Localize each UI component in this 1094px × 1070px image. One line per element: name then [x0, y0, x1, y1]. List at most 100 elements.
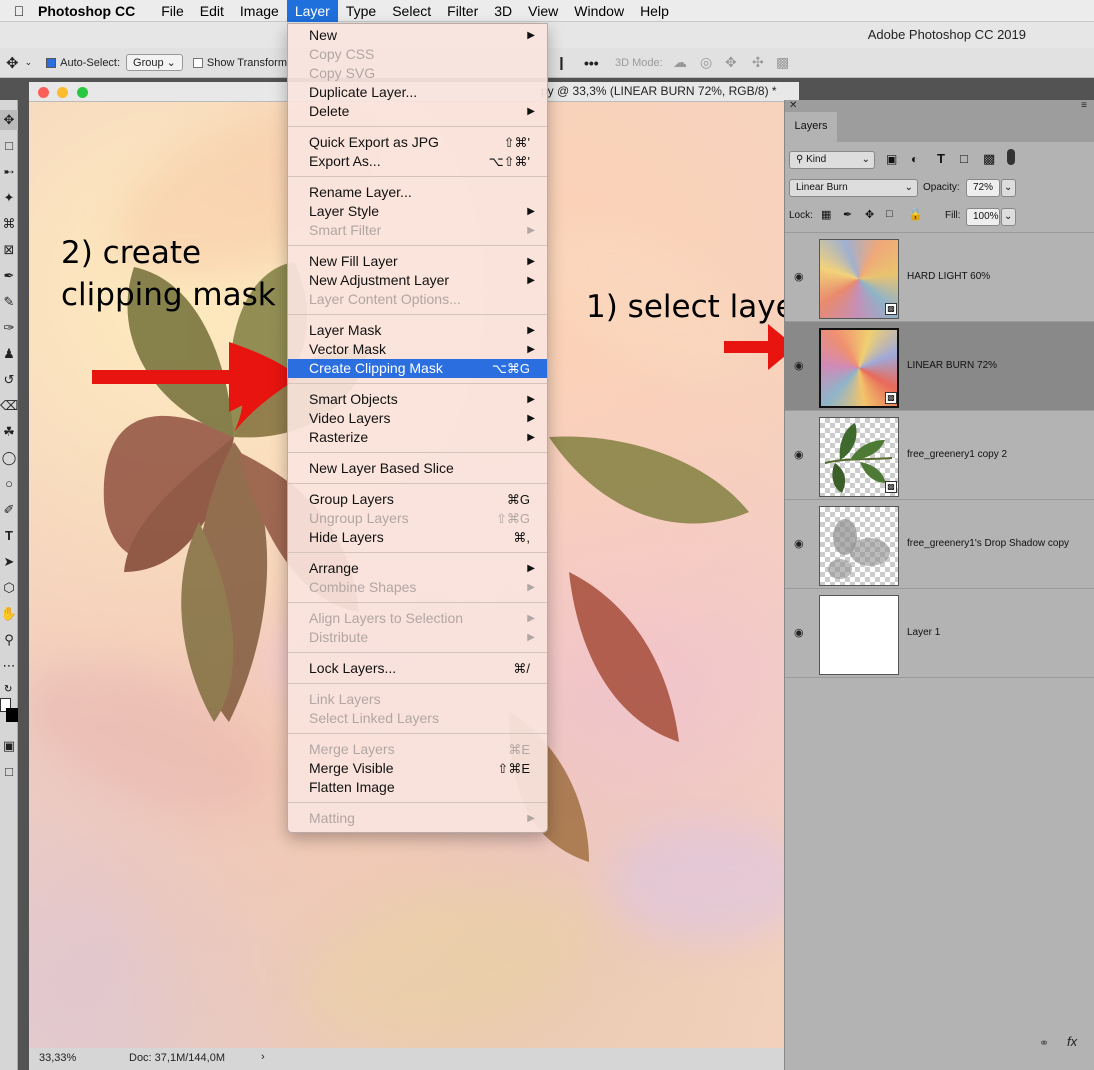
frame-tool-icon[interactable]: ⊠: [0, 240, 18, 260]
filter-smart-object-icon[interactable]: ▩: [983, 151, 995, 167]
layer-row-drop-shadow[interactable]: ◉ free_greenery1's Drop Shadow copy: [785, 500, 1094, 589]
lock-image-icon[interactable]: ✒: [843, 208, 852, 221]
menu-item-hide-layers[interactable]: Hide Layers ⌘,: [288, 528, 547, 547]
filter-type-icon[interactable]: T: [937, 151, 945, 166]
zoom-tool-icon[interactable]: ⚲: [0, 630, 18, 650]
menu-item-export-as[interactable]: Export As... ⌥⇧⌘': [288, 152, 547, 171]
3d-slide-icon[interactable]: ✣: [752, 54, 764, 71]
layer-row-linear-burn[interactable]: ◉ ▩ LINEAR BURN 72%: [785, 322, 1094, 411]
lasso-tool-icon[interactable]: ➸: [0, 162, 18, 182]
magic-wand-icon[interactable]: ✦: [0, 188, 18, 208]
filter-shape-icon[interactable]: □: [960, 151, 968, 166]
filter-kind-select[interactable]: ⚲ Kind ⌄: [789, 151, 875, 169]
menu-item-rename-layer[interactable]: Rename Layer...: [288, 183, 547, 202]
menu-item-flatten-image[interactable]: Flatten Image: [288, 778, 547, 797]
shape-tool-icon[interactable]: ⬡: [0, 578, 18, 598]
opacity-dropdown[interactable]: ⌄: [1001, 179, 1016, 197]
layer-row-hard-light[interactable]: ◉ ▩ HARD LIGHT 60%: [785, 233, 1094, 322]
brush-tool-icon[interactable]: ✑: [0, 318, 18, 338]
menu-type[interactable]: Type: [338, 0, 384, 22]
align-icon[interactable]: ❙: [556, 55, 567, 71]
menu-item-vector-mask[interactable]: Vector Mask ▶: [288, 340, 547, 359]
menu-item-create-clipping-mask[interactable]: Create Clipping Mask ⌥⌘G: [288, 359, 547, 378]
crop-tool-icon[interactable]: ⌘: [0, 214, 18, 234]
pen-tool-icon[interactable]: ✐: [0, 500, 18, 520]
doc-info[interactable]: Doc: 37,1M/144,0M: [129, 1052, 225, 1064]
menu-item-layer-style[interactable]: Layer Style ▶: [288, 202, 547, 221]
lock-artboard-icon[interactable]: □: [886, 208, 893, 220]
menu-item-smart-objects[interactable]: Smart Objects ▶: [288, 390, 547, 409]
menu-item-new-layer-based-slice[interactable]: New Layer Based Slice: [288, 459, 547, 478]
menu-item-duplicate-layer[interactable]: Duplicate Layer...: [288, 83, 547, 102]
menu-item-new[interactable]: New ▶: [288, 26, 547, 45]
move-tool-icon[interactable]: ✥: [0, 110, 18, 130]
fill-input[interactable]: 100%: [966, 208, 1000, 226]
3d-camera-icon[interactable]: ▩: [776, 54, 789, 71]
visibility-eye-icon[interactable]: ◉: [794, 361, 806, 372]
paint-bucket-icon[interactable]: ☘: [0, 422, 18, 442]
3d-orbit-icon[interactable]: ☁: [673, 54, 687, 71]
menu-item-new-adjustment-layer[interactable]: New Adjustment Layer ▶: [288, 271, 547, 290]
zoom-level[interactable]: 33,33%: [39, 1052, 76, 1064]
menu-window[interactable]: Window: [566, 0, 632, 22]
move-tool-icon[interactable]: ✥: [6, 54, 19, 72]
3d-pan-icon[interactable]: ✥: [725, 54, 737, 71]
lock-transparent-icon[interactable]: ▦: [821, 208, 831, 221]
chevron-down-icon[interactable]: ⌄: [25, 57, 33, 68]
menu-help[interactable]: Help: [632, 0, 677, 22]
stamp-tool-icon[interactable]: ♟: [0, 344, 18, 364]
panel-menu-icon[interactable]: ≡: [1081, 100, 1087, 111]
menu-layer[interactable]: Layer: [286, 0, 338, 22]
history-brush-icon[interactable]: ↺: [0, 370, 18, 390]
close-panel-icon[interactable]: ✕: [789, 100, 797, 111]
visibility-eye-icon[interactable]: ◉: [794, 539, 806, 550]
menu-item-lock-layers[interactable]: Lock Layers... ⌘/: [288, 659, 547, 678]
fill-dropdown[interactable]: ⌄: [1001, 208, 1016, 226]
close-window-button[interactable]: [38, 87, 49, 98]
auto-select-target[interactable]: Group ⌄: [126, 54, 183, 71]
type-tool-icon[interactable]: T: [0, 526, 18, 546]
auto-select-checkbox[interactable]: [46, 57, 57, 68]
3d-roll-icon[interactable]: ◎: [700, 54, 712, 71]
screen-mode-icon[interactable]: □: [0, 762, 18, 782]
menu-3d[interactable]: 3D: [486, 0, 520, 22]
minimize-window-button[interactable]: [57, 87, 68, 98]
opacity-input[interactable]: 72%: [966, 179, 1000, 197]
menu-select[interactable]: Select: [384, 0, 439, 22]
filter-pixel-icon[interactable]: ▣: [886, 152, 897, 166]
filter-toggle[interactable]: [1007, 149, 1015, 165]
menu-item-quick-export-as-jpg[interactable]: Quick Export as JPG ⇧⌘': [288, 133, 547, 152]
marquee-tool-icon[interactable]: □: [0, 136, 18, 156]
show-transform-checkbox[interactable]: [192, 57, 203, 68]
menu-item-layer-mask[interactable]: Layer Mask ▶: [288, 321, 547, 340]
menu-item-merge-visible[interactable]: Merge Visible ⇧⌘E: [288, 759, 547, 778]
blur-tool-icon[interactable]: ◯: [0, 448, 18, 468]
menu-item-video-layers[interactable]: Video Layers ▶: [288, 409, 547, 428]
lock-position-icon[interactable]: ✥: [865, 208, 874, 221]
menu-file[interactable]: File: [153, 0, 192, 22]
menu-edit[interactable]: Edit: [192, 0, 232, 22]
visibility-eye-icon[interactable]: ◉: [794, 450, 806, 461]
menu-item-new-fill-layer[interactable]: New Fill Layer ▶: [288, 252, 547, 271]
menu-image[interactable]: Image: [232, 0, 287, 22]
zoom-window-button[interactable]: [77, 87, 88, 98]
filter-adjustment-icon[interactable]: ◐: [911, 152, 918, 166]
more-options-icon[interactable]: •••: [584, 55, 599, 71]
fx-icon[interactable]: fx: [1067, 1034, 1077, 1049]
swap-colors-icon[interactable]: ↻: [4, 684, 12, 695]
blend-mode-select[interactable]: Linear Burn ⌄: [789, 179, 918, 197]
visibility-eye-icon[interactable]: ◉: [794, 628, 806, 639]
hand-tool-icon[interactable]: ✋: [0, 604, 18, 624]
lock-all-icon[interactable]: 🔒: [908, 207, 923, 221]
layer-row-layer-1[interactable]: ◉ Layer 1: [785, 589, 1094, 678]
menu-item-rasterize[interactable]: Rasterize ▶: [288, 428, 547, 447]
menu-item-delete[interactable]: Delete ▶: [288, 102, 547, 121]
app-menu[interactable]: Photoshop CC: [38, 3, 135, 19]
menu-view[interactable]: View: [520, 0, 566, 22]
eraser-tool-icon[interactable]: ⌫: [0, 396, 18, 416]
path-select-icon[interactable]: ➤: [0, 552, 18, 572]
menu-item-group-layers[interactable]: Group Layers ⌘G: [288, 490, 547, 509]
chevron-right-icon[interactable]: ›: [261, 1051, 265, 1063]
quick-mask-icon[interactable]: ▣: [0, 736, 18, 756]
menu-filter[interactable]: Filter: [439, 0, 486, 22]
